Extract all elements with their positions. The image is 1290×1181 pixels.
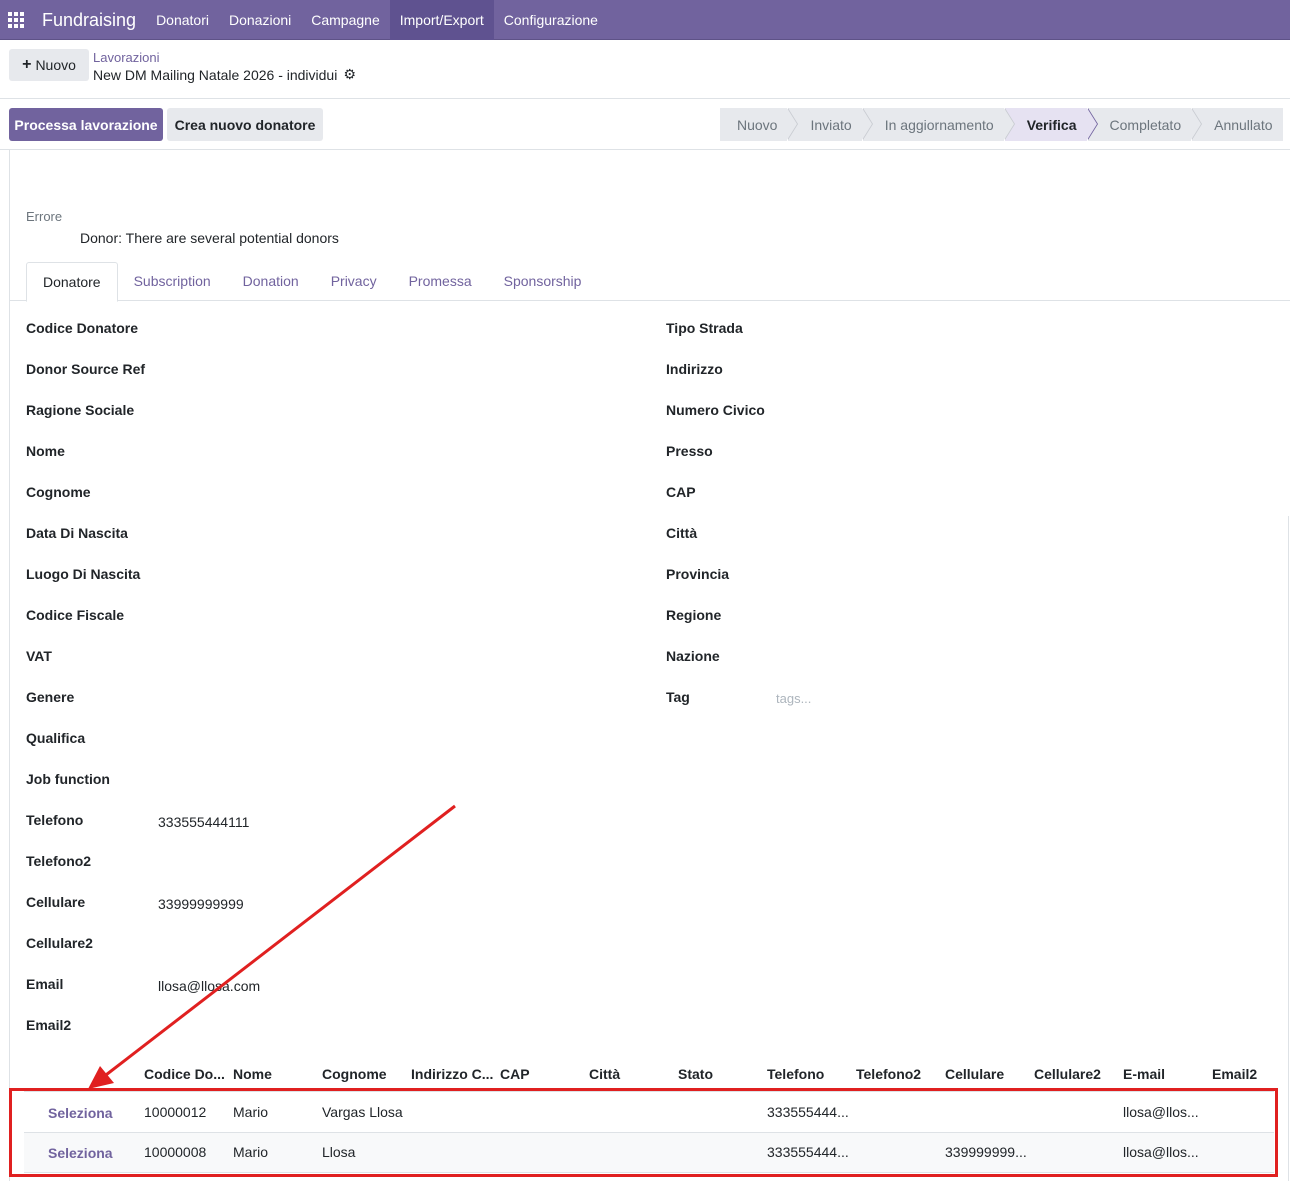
field-label-email: Email: [26, 976, 64, 992]
create-donor-button[interactable]: Crea nuovo donatore: [167, 108, 323, 141]
tab-subscription[interactable]: Subscription: [118, 262, 227, 301]
field-label-email2: Email2: [26, 1017, 72, 1033]
field-label-job-function: Job function: [26, 771, 110, 787]
field-label-numero-civico: Numero Civico: [666, 402, 765, 418]
field-label-cap: CAP: [666, 484, 696, 500]
field-label-luogo-di-nascita: Luogo Di Nascita: [26, 566, 141, 582]
column-header-telefono[interactable]: Telefono: [767, 1066, 824, 1082]
tab-promessa[interactable]: Promessa: [393, 262, 488, 301]
status-bar: Nuovo Inviato In aggiornamento Verifica …: [720, 108, 1284, 141]
control-panel: + Nuovo Lavorazioni New DM Mailing Natal…: [0, 41, 1290, 99]
column-header-cap[interactable]: CAP: [500, 1066, 530, 1082]
field-label-cellulare2: Cellulare2: [26, 935, 93, 951]
stage-inviato[interactable]: Inviato: [788, 108, 874, 141]
error-label: Errore: [26, 209, 63, 224]
tab-privacy[interactable]: Privacy: [315, 262, 393, 301]
breadcrumb-current: New DM Mailing Natale 2026 - individui ⚙: [93, 66, 356, 83]
field-label-cellulare: Cellulare: [26, 894, 86, 910]
app-brand[interactable]: Fundraising: [32, 0, 146, 40]
form-header: Processa lavorazione Crea nuovo donatore…: [0, 100, 1290, 150]
field-label-cognome: Cognome: [26, 484, 91, 500]
menu-configurazione[interactable]: Configurazione: [494, 0, 608, 40]
plus-icon: +: [22, 56, 32, 73]
column-header-telefono2[interactable]: Telefono2: [856, 1066, 921, 1082]
column-header-citta[interactable]: Città: [589, 1066, 620, 1082]
process-button[interactable]: Processa lavorazione: [9, 108, 163, 141]
notebook-tabs: Donatore Subscription Donation Privacy P…: [10, 262, 1290, 302]
field-label-telefono: Telefono: [26, 812, 84, 828]
stage-annullato[interactable]: Annullato: [1192, 108, 1283, 141]
breadcrumb-parent[interactable]: Lavorazioni: [93, 50, 160, 65]
field-label-presso: Presso: [666, 443, 713, 459]
field-label-provincia: Provincia: [666, 566, 730, 582]
tab-donation[interactable]: Donation: [227, 262, 315, 301]
menu-donatori[interactable]: Donatori: [146, 0, 219, 40]
tab-sponsorship[interactable]: Sponsorship: [488, 262, 598, 301]
field-value-telefono[interactable]: 333555444111: [158, 814, 249, 830]
form-sheet: [9, 150, 1290, 1181]
field-label-indirizzo: Indirizzo: [666, 361, 723, 377]
stage-verifica[interactable]: Verifica: [1004, 108, 1098, 141]
field-label-tipo-strada: Tipo Strada: [666, 320, 743, 336]
column-header-email[interactable]: E-mail: [1123, 1066, 1165, 1082]
stage-nuovo[interactable]: Nuovo: [720, 108, 800, 141]
column-header-cognome[interactable]: Cognome: [322, 1066, 387, 1082]
field-label-genere: Genere: [26, 689, 75, 705]
new-button[interactable]: + Nuovo: [9, 49, 89, 81]
tab-donatore[interactable]: Donatore: [26, 262, 118, 302]
apps-menu-icon[interactable]: [0, 0, 32, 40]
sheet-border: [1288, 516, 1289, 1181]
column-header-cellulare2[interactable]: Cellulare2: [1034, 1066, 1101, 1082]
record-title: New DM Mailing Natale 2026 - individui: [93, 66, 338, 83]
field-label-qualifica: Qualifica: [26, 730, 86, 746]
menu-import-export[interactable]: Import/Export: [389, 0, 494, 40]
column-header-indirizzo[interactable]: Indirizzo C...: [411, 1066, 493, 1082]
field-label-nome: Nome: [26, 443, 65, 459]
column-header-nome[interactable]: Nome: [233, 1066, 272, 1082]
annotation-highlight-box: [9, 1088, 1278, 1177]
field-label-vat: VAT: [26, 648, 52, 664]
top-navbar: Fundraising Donatori Donazioni Campagne …: [0, 0, 1290, 40]
stage-completato[interactable]: Completato: [1087, 108, 1202, 141]
stage-in-aggiornamento[interactable]: In aggiornamento: [862, 108, 1015, 141]
field-label-codice-fiscale: Codice Fiscale: [26, 607, 125, 623]
field-label-tag: Tag: [666, 689, 690, 705]
column-header-cellulare[interactable]: Cellulare: [945, 1066, 1004, 1082]
tags-input[interactable]: tags...: [776, 691, 811, 706]
column-header-codice[interactable]: Codice Do...: [144, 1066, 225, 1082]
column-header-email2[interactable]: Email2: [1212, 1066, 1257, 1082]
field-label-nazione: Nazione: [666, 648, 720, 664]
field-label-citta: Città: [666, 525, 698, 541]
field-label-regione: Regione: [666, 607, 722, 623]
field-label-ragione-sociale: Ragione Sociale: [26, 402, 135, 418]
field-label-donor-source-ref: Donor Source Ref: [26, 361, 146, 377]
gear-icon[interactable]: ⚙: [343, 66, 356, 83]
field-value-email[interactable]: llosa@llosa.com: [158, 978, 260, 994]
field-label-data-di-nascita: Data Di Nascita: [26, 525, 128, 541]
field-value-cellulare[interactable]: 33999999999: [158, 896, 244, 912]
error-message: Donor: There are several potential donor…: [80, 230, 339, 246]
column-header-stato[interactable]: Stato: [678, 1066, 713, 1082]
field-label-telefono2: Telefono2: [26, 853, 92, 869]
menu-donazioni[interactable]: Donazioni: [219, 0, 301, 40]
menu-campagne[interactable]: Campagne: [301, 0, 390, 40]
new-button-label: Nuovo: [35, 57, 76, 73]
field-label-codice-donatore: Codice Donatore: [26, 320, 139, 336]
